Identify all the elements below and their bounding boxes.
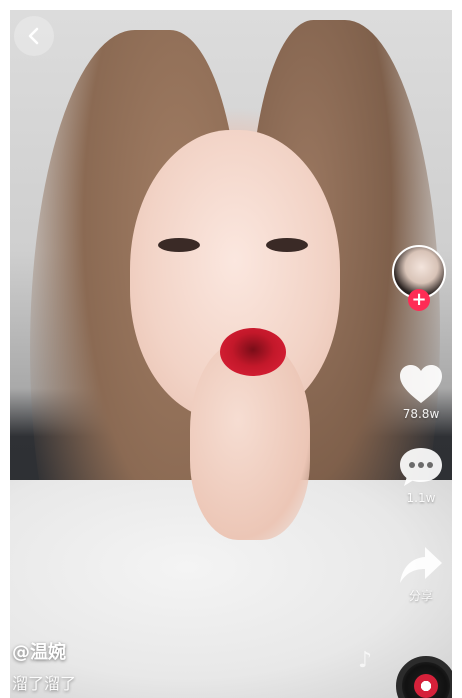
share-label: 分享: [408, 589, 433, 603]
video-content: [266, 238, 308, 252]
like-button[interactable]: 78.8w: [390, 363, 452, 421]
video-content: [220, 328, 286, 376]
author-avatar-button[interactable]: +: [392, 245, 450, 319]
plus-icon: +: [411, 289, 427, 310]
share-arrow-icon: [400, 547, 442, 583]
back-button[interactable]: [14, 16, 54, 56]
video-caption: 溜了溜了: [12, 674, 77, 693]
comment-button[interactable]: 1.1w: [390, 445, 452, 505]
music-disc-label: [414, 674, 438, 698]
heart-icon: [400, 365, 442, 403]
comment-count: 1.1w: [406, 491, 436, 505]
like-count: 78.8w: [402, 407, 440, 421]
share-button[interactable]: 分享: [390, 545, 452, 604]
chevron-left-icon: [28, 27, 39, 45]
video-player[interactable]: + 78.8w 1.1w 分享 @温婉 溜了溜了 ♪: [10, 10, 452, 698]
author-handle[interactable]: @温婉: [12, 638, 66, 664]
comment-bubble-icon: [400, 448, 442, 486]
follow-button[interactable]: +: [408, 289, 430, 311]
music-note-icon: ♪: [358, 648, 373, 673]
video-content: [158, 238, 200, 252]
